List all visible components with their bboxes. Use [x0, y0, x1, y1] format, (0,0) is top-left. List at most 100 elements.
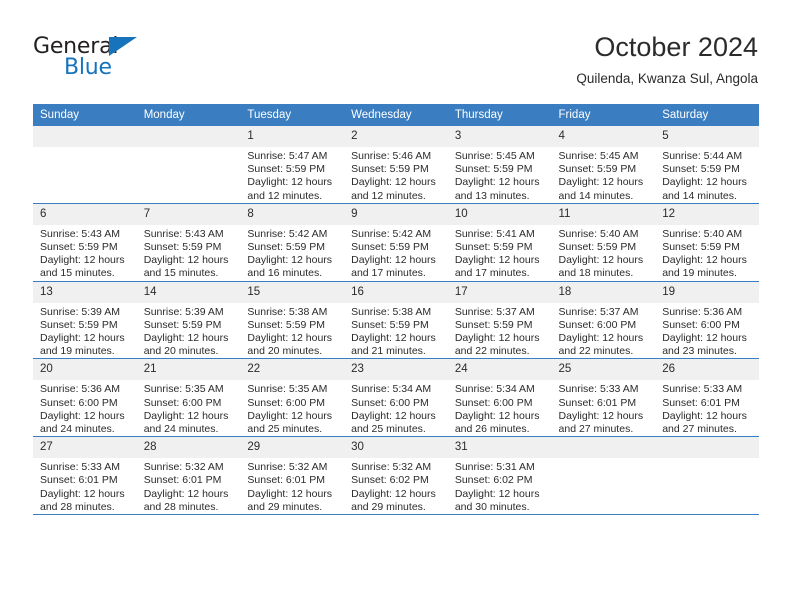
daylight-duration-line2: and 14 minutes.	[662, 189, 737, 202]
calendar-day-cell[interactable]: 22 Sunrise: 5:35 AM Sunset: 6:00 PM Dayligh…	[240, 358, 345, 438]
sunset-time: Sunset: 5:59 PM	[662, 241, 740, 254]
calendar-day-cell[interactable]: 1 Sunrise: 5:47 AM Sunset: 5:59 PM Daylight…	[240, 126, 345, 204]
sunrise-time: Sunrise: 5:40 AM	[558, 227, 639, 240]
day-sun-info: Sunrise: 5:38 AM Sunset: 5:59 PM Daylight:…	[344, 303, 448, 359]
sunrise-time: Sunrise: 5:38 AM	[247, 305, 328, 318]
sunrise-time: Sunrise: 5:32 AM	[143, 461, 224, 474]
day-number: 21	[136, 359, 241, 381]
calendar-day-cell[interactable]: 28 Sunrise: 5:32 AM Sunset: 6:01 PM Dayligh…	[136, 436, 241, 516]
daylight-duration-line2: and 18 minutes.	[558, 267, 634, 280]
sunset-time: Sunset: 6:00 PM	[247, 396, 326, 409]
calendar-day-cell[interactable]: 8 Sunrise: 5:42 AM Sunset: 5:59 PM Daylight…	[240, 203, 345, 282]
calendar-day-cell[interactable]: 3 Sunrise: 5:45 AM Sunset: 5:59 PM Daylight…	[447, 126, 552, 204]
calendar-day-cell[interactable]: 6 Sunrise: 5:43 AM Sunset: 5:59 PM Daylight…	[33, 203, 137, 282]
daylight-duration-line2: and 28 minutes.	[143, 500, 219, 513]
sunrise-time: Sunrise: 5:33 AM	[558, 383, 639, 396]
sunset-time: Sunset: 5:59 PM	[247, 241, 326, 254]
calendar-day-cell[interactable]: 25 Sunrise: 5:33 AM Sunset: 6:01 PM Dayligh…	[551, 358, 656, 438]
calendar-day-cell[interactable]: 26 Sunrise: 5:33 AM Sunset: 6:01 PM Dayligh…	[655, 358, 759, 438]
sunset-time: Sunset: 6:00 PM	[558, 318, 637, 331]
day-sun-info: Sunrise: 5:37 AM Sunset: 5:59 PM Daylight:…	[448, 303, 552, 359]
calendar-day-cell[interactable]: 30 Sunrise: 5:32 AM Sunset: 6:02 PM Dayligh…	[344, 436, 448, 516]
daylight-duration-line2: and 29 minutes.	[247, 500, 323, 513]
calendar-day-cell[interactable]: 31 Sunrise: 5:31 AM Sunset: 6:02 PM Dayligh…	[447, 436, 552, 516]
day-sun-info: Sunrise: 5:43 AM Sunset: 5:59 PM Daylight:…	[33, 225, 137, 281]
sunset-time: Sunset: 5:59 PM	[143, 318, 222, 331]
calendar-week-row: 13 Sunrise: 5:39 AM Sunset: 5:59 PM Dayligh…	[33, 281, 759, 360]
daylight-duration-line1: Daylight: 12 hours	[662, 176, 747, 189]
daylight-duration-line2: and 27 minutes.	[662, 423, 737, 436]
sunset-time: Sunset: 6:00 PM	[143, 396, 222, 409]
daylight-duration-line2: and 23 minutes.	[662, 345, 737, 358]
calendar-page: General Blue October 2024 Quilenda, Kwan…	[0, 0, 792, 612]
sunrise-time: Sunrise: 5:31 AM	[454, 461, 535, 474]
daylight-duration-line1: Daylight: 12 hours	[662, 254, 747, 267]
sunset-time: Sunset: 6:00 PM	[40, 396, 118, 409]
calendar-day-cell[interactable]: 27 Sunrise: 5:33 AM Sunset: 6:01 PM Dayligh…	[33, 436, 137, 516]
calendar-day-cell[interactable]: 19 Sunrise: 5:36 AM Sunset: 6:00 PM Dayligh…	[655, 281, 759, 360]
sunset-time: Sunset: 6:00 PM	[454, 396, 533, 409]
day-sun-info: Sunrise: 5:32 AM Sunset: 6:02 PM Daylight:…	[344, 458, 448, 514]
sunrise-time: Sunrise: 5:42 AM	[351, 227, 432, 240]
calendar-day-cell-empty	[551, 436, 656, 516]
day-number: 9	[344, 203, 448, 225]
calendar-day-cell[interactable]: 11 Sunrise: 5:40 AM Sunset: 5:59 PM Dayligh…	[551, 203, 656, 282]
page-title: October 2024	[594, 32, 758, 62]
calendar-day-cell[interactable]: 7 Sunrise: 5:43 AM Sunset: 5:59 PM Daylight…	[136, 203, 241, 282]
calendar-day-cell[interactable]: 13 Sunrise: 5:39 AM Sunset: 5:59 PM Dayligh…	[33, 281, 137, 360]
day-number: 26	[655, 359, 759, 381]
calendar-day-cell[interactable]: 2 Sunrise: 5:46 AM Sunset: 5:59 PM Daylight…	[344, 126, 448, 204]
daylight-duration-line2: and 30 minutes.	[454, 500, 530, 513]
calendar-day-cell[interactable]: 17 Sunrise: 5:37 AM Sunset: 5:59 PM Dayligh…	[447, 281, 552, 360]
daylight-duration-line2: and 25 minutes.	[351, 423, 426, 436]
sunset-time: Sunset: 5:59 PM	[40, 318, 118, 331]
daylight-duration-line2: and 12 minutes.	[247, 189, 323, 202]
calendar-day-cell[interactable]: 29 Sunrise: 5:32 AM Sunset: 6:01 PM Dayligh…	[240, 436, 345, 516]
day-sun-info: Sunrise: 5:40 AM Sunset: 5:59 PM Daylight:…	[552, 225, 656, 281]
daylight-duration-line2: and 17 minutes.	[454, 267, 530, 280]
day-sun-info: Sunrise: 5:46 AM Sunset: 5:59 PM Daylight:…	[344, 147, 448, 203]
calendar-day-cell[interactable]: 10 Sunrise: 5:41 AM Sunset: 5:59 PM Dayligh…	[447, 203, 552, 282]
sunset-time: Sunset: 6:01 PM	[143, 474, 222, 487]
calendar-week-row: 1 Sunrise: 5:47 AM Sunset: 5:59 PM Daylight…	[33, 126, 759, 204]
sunrise-time: Sunrise: 5:35 AM	[247, 383, 328, 396]
sunrise-time: Sunrise: 5:44 AM	[662, 150, 743, 162]
day-sun-info: Sunrise: 5:34 AM Sunset: 6:00 PM Daylight:…	[448, 380, 552, 436]
day-number	[551, 437, 656, 459]
calendar-day-cell[interactable]: 5 Sunrise: 5:44 AM Sunset: 5:59 PM Daylight…	[655, 126, 759, 204]
calendar-day-cell[interactable]: 21 Sunrise: 5:35 AM Sunset: 6:00 PM Dayligh…	[136, 358, 241, 438]
calendar-day-cell[interactable]: 24 Sunrise: 5:34 AM Sunset: 6:00 PM Dayligh…	[447, 358, 552, 438]
sunset-time: Sunset: 5:59 PM	[558, 163, 637, 176]
daylight-duration-line1: Daylight: 12 hours	[351, 176, 436, 189]
calendar-day-cell[interactable]: 16 Sunrise: 5:38 AM Sunset: 5:59 PM Dayligh…	[344, 281, 448, 360]
calendar-day-cell[interactable]: 18 Sunrise: 5:37 AM Sunset: 6:00 PM Dayligh…	[551, 281, 656, 360]
daylight-duration-line2: and 24 minutes.	[40, 423, 115, 436]
calendar-week-row: 27 Sunrise: 5:33 AM Sunset: 6:01 PM Dayligh…	[33, 436, 759, 516]
day-number: 30	[344, 437, 448, 459]
weekday-header-saturday: Saturday	[655, 104, 759, 126]
calendar-day-cell[interactable]: 23 Sunrise: 5:34 AM Sunset: 6:00 PM Dayligh…	[344, 358, 448, 438]
calendar-day-cell[interactable]: 14 Sunrise: 5:39 AM Sunset: 5:59 PM Dayligh…	[136, 281, 241, 360]
day-sun-info: Sunrise: 5:40 AM Sunset: 5:59 PM Daylight:…	[655, 225, 759, 281]
day-number: 29	[240, 437, 345, 459]
day-sun-info: Sunrise: 5:47 AM Sunset: 5:59 PM Daylight:…	[240, 147, 344, 203]
day-number: 11	[551, 203, 656, 225]
sunset-time: Sunset: 5:59 PM	[454, 163, 533, 176]
logo-text-blue: Blue	[64, 55, 112, 80]
day-number: 24	[447, 359, 552, 381]
daylight-duration-line2: and 16 minutes.	[247, 267, 323, 280]
calendar-day-cell[interactable]: 9 Sunrise: 5:42 AM Sunset: 5:59 PM Daylight…	[344, 203, 448, 282]
calendar-day-cell[interactable]: 20 Sunrise: 5:36 AM Sunset: 6:00 PM Dayligh…	[33, 358, 137, 438]
calendar-day-cell[interactable]: 12 Sunrise: 5:40 AM Sunset: 5:59 PM Dayligh…	[655, 203, 759, 282]
sunset-time: Sunset: 6:01 PM	[40, 474, 118, 487]
day-number: 18	[551, 281, 656, 303]
daylight-duration-line1: Daylight: 12 hours	[40, 332, 125, 345]
weekday-header-wednesday: Wednesday	[344, 104, 448, 126]
daylight-duration-line1: Daylight: 12 hours	[247, 332, 333, 345]
calendar-day-cell[interactable]: 4 Sunrise: 5:45 AM Sunset: 5:59 PM Daylight…	[551, 126, 656, 204]
sunrise-sunset-calendar: Sunday Monday Tuesday Wednesday Thursday…	[33, 104, 759, 516]
calendar-day-cell[interactable]: 15 Sunrise: 5:38 AM Sunset: 5:59 PM Dayligh…	[240, 281, 345, 360]
day-number: 12	[655, 203, 759, 225]
day-number	[33, 126, 137, 147]
daylight-duration-line2: and 20 minutes.	[143, 345, 219, 358]
